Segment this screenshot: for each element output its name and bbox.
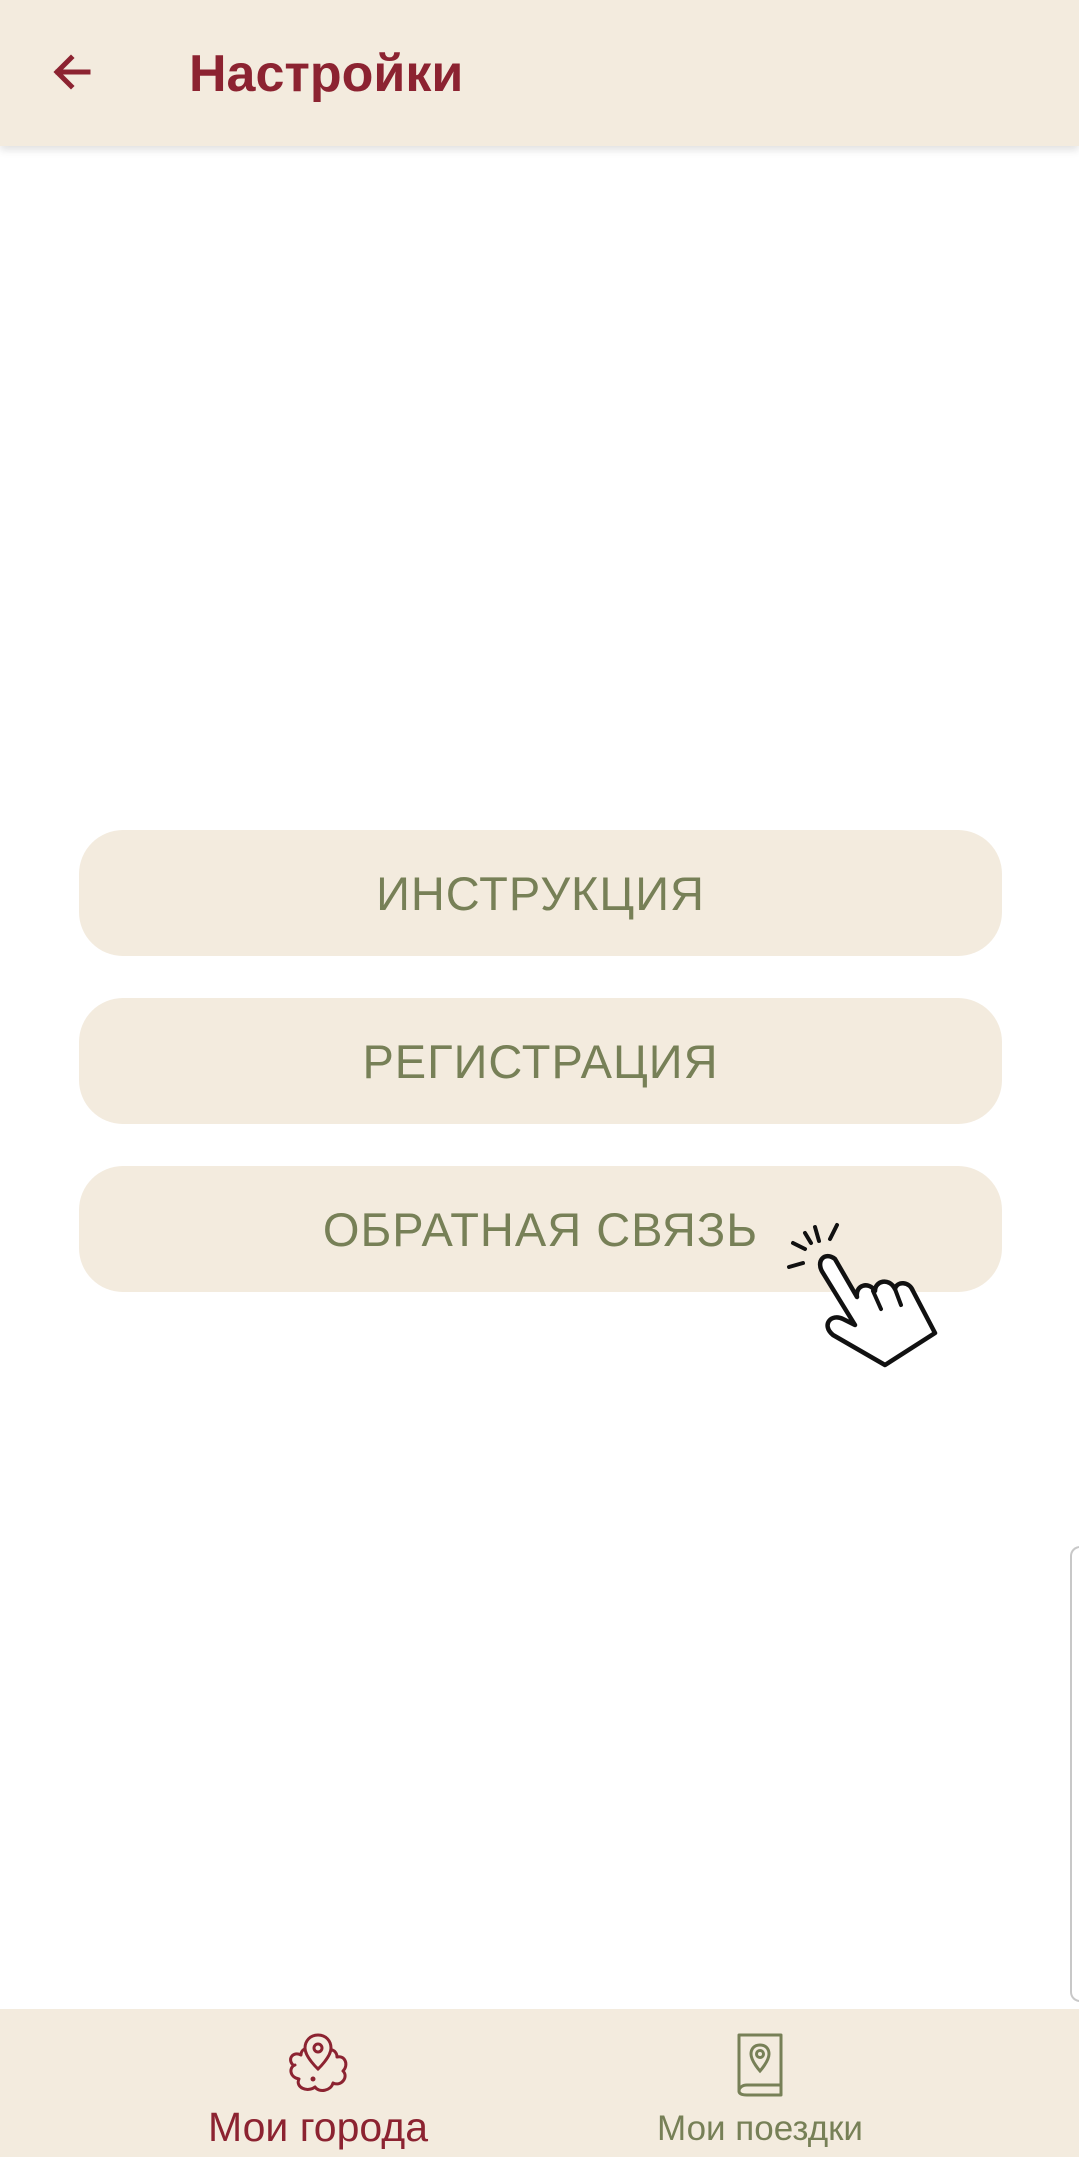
back-button[interactable] [30,28,114,116]
bottom-navigation: Мои города Мои поездки [0,2009,1079,2157]
nav-label-my-trips: Мои поездки [657,2109,863,2148]
instruction-button[interactable]: ИНСТРУКЦИЯ [79,830,1002,956]
nav-my-trips[interactable]: Мои поездки [490,2009,1030,2157]
edge-panel-handle[interactable] [1070,1546,1079,2002]
city-map-pin-icon [289,2033,348,2092]
tap-hand-icon [787,1223,938,1368]
page-title: Настройки [189,45,464,103]
registration-button[interactable]: РЕГИСТРАЦИЯ [79,998,1002,1124]
app-bar: Настройки [0,0,1079,146]
arrow-left-icon [53,54,91,90]
travel-book-icon [737,2033,783,2097]
